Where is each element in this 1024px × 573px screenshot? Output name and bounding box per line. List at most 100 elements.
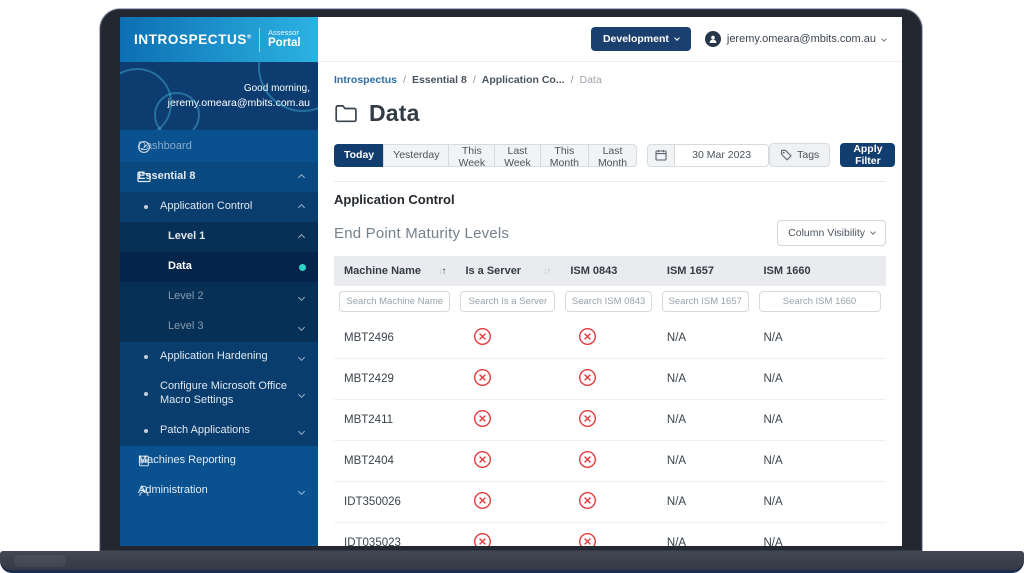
section-divider [334,181,886,182]
breadcrumb-item-essential-8[interactable]: Essential 8 [412,74,467,86]
dashboard-icon [136,139,152,155]
sidebar-item-configure-microsoft-office-macro-settings[interactable]: Configure Microsoft Office Macro Setting… [120,372,318,416]
chevron-down-icon [674,35,680,41]
column-header-machine-name[interactable]: Machine Name↓↑ [334,256,455,286]
sidebar-item-administration[interactable]: Administration [120,476,318,506]
sidebar-item-dashboard[interactable]: Dashboard [120,132,318,162]
cross-circle-icon [578,378,597,390]
tags-button[interactable]: Tags [769,143,830,167]
chevron-down-icon [299,351,304,363]
column-header-ism-0843: ISM 0843 [560,256,657,286]
sidebar-item-label: Machines Reporting [138,454,236,468]
page-title: Data [369,100,420,127]
breadcrumb-item-data: Data [580,74,602,86]
filter-bar: TodayYesterdayThis WeekLast WeekThis Mon… [334,143,886,167]
table-row: MBT2404N/AN/A [334,441,886,482]
sidebar-item-level-2[interactable]: Level 2 [120,282,318,312]
table-body: MBT2496N/AN/AMBT2429N/AN/AMBT2411N/AN/AM… [334,318,886,546]
sidebar-item-label: Level 1 [168,230,205,244]
date-range-filters: TodayYesterdayThis WeekLast WeekThis Mon… [334,144,769,167]
user-menu[interactable]: jeremy.omeara@mbits.com.au [705,31,886,47]
cell-ism_0843 [560,400,657,441]
column-header-ism-1660: ISM 1660 [754,256,887,286]
column-label: Is a Server [465,265,521,277]
range-button-this-month[interactable]: This Month [540,144,588,167]
brand-logo: INTROSPECTUS® [134,32,252,47]
sidebar-item-machines-reporting[interactable]: Machines Reporting [120,446,318,476]
sidebar-item-label: Data [168,260,192,274]
cell-ism_1660: N/A [754,523,887,547]
search-input-search-machine-name[interactable] [339,291,450,312]
cell-machine_name: MBT2429 [334,359,455,400]
column-visibility-button[interactable]: Column Visibility [777,220,886,246]
cell-ism_1657: N/A [657,359,754,400]
decorative-ring [154,92,200,130]
sidebar-item-application-hardening[interactable]: Application Hardening [120,342,318,372]
chevron-down-icon [299,291,304,303]
cell-ism_1660: N/A [754,318,887,359]
breadcrumb-separator: / [571,74,574,86]
date-input[interactable]: 30 Mar 2023 [675,144,769,167]
table-search-row [334,286,886,318]
search-input-search-is-a-server[interactable] [460,291,555,312]
cross-circle-icon [578,419,597,431]
folder-icon [334,103,359,124]
cross-circle-icon [473,501,492,513]
breadcrumb-item-application-co[interactable]: Application Co... [482,74,565,86]
sidebar-item-level-3[interactable]: Level 3 [120,312,318,342]
range-button-yesterday[interactable]: Yesterday [383,144,448,167]
table-row: IDT350026N/AN/A [334,482,886,523]
sidebar-item-data[interactable]: Data [120,252,318,282]
sidebar-item-level-1[interactable]: Level 1 [120,222,318,252]
range-button-this-week[interactable]: This Week [448,144,494,167]
range-button-last-month[interactable]: Last Month [588,144,637,167]
breadcrumb-separator: / [473,74,476,86]
brand-divider [259,28,260,52]
search-cell [657,286,754,318]
bullet-icon [144,429,148,433]
cross-circle-icon [578,460,597,472]
range-button-last-week[interactable]: Last Week [494,144,540,167]
bullet-icon [144,355,148,359]
greeting-banner: Good morning, jeremy.omeara@mbits.com.au [120,62,318,130]
bullet-icon [144,392,148,396]
sidebar-item-essential-8[interactable]: Essential 8 [120,162,318,192]
range-button-today[interactable]: Today [334,144,383,167]
user-avatar-icon [705,31,721,47]
cross-circle-icon [578,501,597,513]
apply-filter-button[interactable]: Apply Filter [840,143,895,167]
chevron-down-icon [881,36,887,42]
calendar-button[interactable] [647,144,675,167]
portal-label: Assessor Portal [268,29,301,50]
sidebar-item-application-control[interactable]: Application Control [120,192,318,222]
cell-is_a_server [455,359,560,400]
search-input-search-ism-0843[interactable] [565,291,652,312]
cell-ism_1657: N/A [657,400,754,441]
user-email: jeremy.omeara@mbits.com.au [727,33,876,45]
chevron-down-icon [299,321,304,333]
search-input-search-ism-1657[interactable] [662,291,749,312]
sidebar-item-label: Level 2 [168,290,203,304]
sidebar-filler [120,506,318,546]
table-row: MBT2411N/AN/A [334,400,886,441]
chevron-down-icon [870,229,876,235]
cell-ism_0843 [560,523,657,547]
search-input-search-ism-1660[interactable] [759,291,881,312]
environment-dropdown-button[interactable]: Development [591,27,691,51]
cell-ism_1660: N/A [754,482,887,523]
chevron-up-icon [299,231,304,243]
sidebar-item-patch-applications[interactable]: Patch Applications [120,416,318,446]
search-cell [754,286,887,318]
cross-circle-icon [578,337,597,349]
column-header-is-a-server[interactable]: Is a Server↓↑ [455,256,560,286]
table-row: MBT2496N/AN/A [334,318,886,359]
breadcrumb-item-introspectus[interactable]: Introspectus [334,74,397,86]
cell-is_a_server [455,482,560,523]
sidebar-item-label: Patch Applications [160,424,250,438]
person-icon [136,483,152,499]
laptop-base [0,551,1024,573]
column-label: ISM 1657 [667,265,714,277]
active-page-dot [299,264,306,271]
cell-is_a_server [455,441,560,482]
filter-actions: Tags Apply Filter [769,143,895,167]
